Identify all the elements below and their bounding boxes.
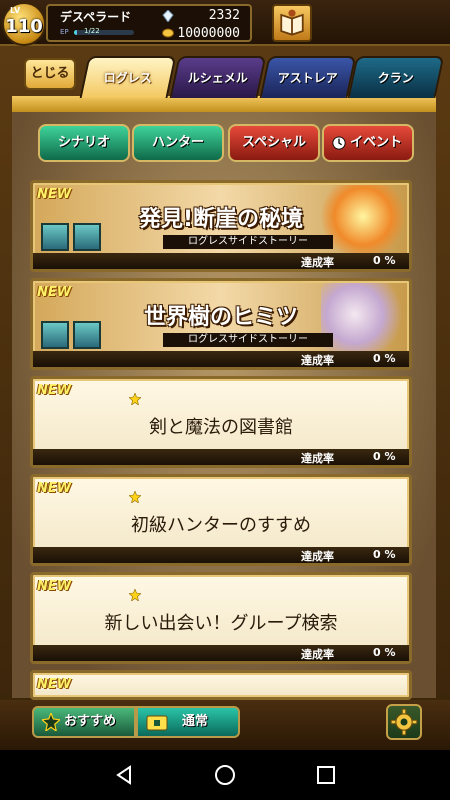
clock-icon <box>332 136 346 150</box>
quest-footer: 達成率 0 % <box>33 547 409 563</box>
star-icon <box>129 393 141 405</box>
recents-icon[interactable] <box>314 763 338 787</box>
completion-rate: 0 % <box>373 646 396 659</box>
quest-title: 新しい出会い！グループ検索 <box>104 613 338 634</box>
new-badge: NEW <box>37 579 72 594</box>
star-icon <box>42 713 60 731</box>
quest-footer: 達成率 0 % <box>33 645 409 661</box>
book-icon <box>280 9 304 36</box>
quest-card[interactable]: NEW 初級ハンターのすすめ 達成率 0 % <box>30 474 412 566</box>
tab-label: ログレス <box>103 71 152 85</box>
category-event-label: イベント <box>349 135 402 150</box>
home-icon[interactable] <box>213 763 237 787</box>
treasure-chest-icon <box>146 715 168 731</box>
close-button[interactable]: とじる <box>24 58 76 90</box>
new-badge: NEW <box>37 677 72 692</box>
tab-clan[interactable]: クラン <box>347 56 445 98</box>
quest-footer: 達成率 0 % <box>33 351 409 367</box>
tab-label: アストレア <box>277 71 338 85</box>
star-icon <box>129 491 141 503</box>
quest-subtitle: ログレスサイドストーリー <box>163 235 333 249</box>
header-band <box>12 96 436 112</box>
level-value: 110 <box>5 16 43 37</box>
back-icon[interactable] <box>112 763 136 787</box>
tab-astrea[interactable]: アストレア <box>259 56 357 98</box>
completion-label: 達成率 <box>301 256 334 269</box>
gold-coin-icon <box>162 28 174 38</box>
quest-card[interactable]: NEW 発見!断崖の秘境 ログレスサイドストーリー 達成率 0 % <box>30 180 412 272</box>
completion-label: 達成率 <box>301 648 334 661</box>
category-special-button[interactable]: スペシャル <box>228 124 320 162</box>
completion-label: 達成率 <box>301 550 334 563</box>
new-badge: NEW <box>37 383 72 398</box>
player-info-panel: デスペラード EP 1/22 2332 10000000 <box>46 4 252 42</box>
new-badge: NEW <box>37 187 72 202</box>
system-nav-bar <box>0 750 450 800</box>
ep-value: 1/22 <box>84 27 100 35</box>
quest-footer: 達成率 0 % <box>33 253 409 269</box>
category-hunter-button[interactable]: ハンター <box>132 124 224 162</box>
completion-rate: 0 % <box>373 548 396 561</box>
tab-label: クラン <box>377 71 414 85</box>
quest-footer: 達成率 0 % <box>33 449 409 465</box>
book-button[interactable] <box>272 4 312 42</box>
completion-rate: 0 % <box>373 254 396 267</box>
completion-rate: 0 % <box>373 352 396 365</box>
ep-bar <box>74 30 134 35</box>
gear-icon <box>390 708 418 736</box>
quest-card[interactable]: NEW 世界樹のヒミツ ログレスサイドストーリー 達成率 0 % <box>30 278 412 370</box>
status-header: LV 110 デスペラード EP 1/22 2332 10000000 <box>0 0 450 46</box>
category-scenario-button[interactable]: シナリオ <box>38 124 130 162</box>
tab-logres[interactable]: ログレス <box>79 56 177 98</box>
gold-count: 10000000 <box>177 26 240 41</box>
settings-button[interactable] <box>386 704 422 740</box>
quest-title: 発見!断崖の秘境 <box>138 207 304 232</box>
level-label: LV <box>10 6 21 15</box>
tab-label: ルシェメル <box>187 71 248 85</box>
quest-card[interactable]: NEW 剣と魔法の図書館 達成率 0 % <box>30 376 412 468</box>
completion-label: 達成率 <box>301 452 334 465</box>
star-icon <box>129 589 141 601</box>
gem-count: 2332 <box>208 8 240 23</box>
new-badge: NEW <box>37 481 72 496</box>
level-badge: LV 110 <box>2 2 46 46</box>
new-badge: NEW <box>37 285 72 300</box>
quest-subtitle: ログレスサイドストーリー <box>163 333 333 347</box>
tab-luschemel[interactable]: ルシェメル <box>169 56 267 98</box>
quest-card[interactable]: NEW <box>30 670 412 700</box>
quest-title: 初級ハンターのすすめ <box>131 515 311 536</box>
completion-rate: 0 % <box>373 450 396 463</box>
ep-bar-fill <box>74 30 77 35</box>
quest-title: 剣と魔法の図書館 <box>149 417 293 438</box>
quest-card[interactable]: NEW 新しい出会い！グループ検索 達成率 0 % <box>30 572 412 664</box>
ep-label: EP <box>60 28 69 36</box>
player-name: デスペラード <box>60 10 132 24</box>
category-event-button[interactable]: イベント <box>322 124 414 162</box>
completion-label: 達成率 <box>301 354 334 367</box>
quest-title: 世界樹のヒミツ <box>143 305 298 330</box>
gem-icon <box>162 10 174 22</box>
